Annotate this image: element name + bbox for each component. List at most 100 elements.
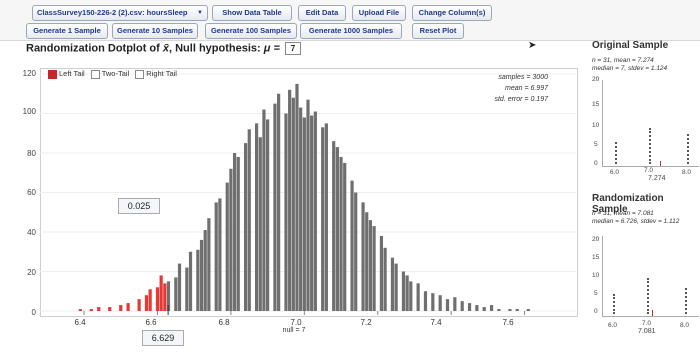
x-tick-label: 6.8 [218,318,230,327]
dotplot-bar [236,156,240,311]
dotplot-bar [188,251,193,311]
dotplot-bar [199,239,204,311]
dotplot-bar [295,83,299,311]
randomization-mean-marker [652,310,653,316]
dotplot-bar [321,127,325,311]
dotplot-bar [218,198,222,311]
original-sample-title: Original Sample [592,40,669,51]
dotplot-bar [324,123,328,311]
dataset-select[interactable]: ClassSurvey150-226-2 (2).csv: hoursSleep… [32,5,208,21]
x-tick-label: 7.6 [502,318,514,327]
x-tick-label: 6.4 [74,318,86,327]
dotplot-bar [144,295,149,311]
generate-100-samples-button[interactable]: Generate 100 Samples [205,23,297,39]
dotplot-bar [365,212,369,311]
dotplot-bar [368,220,373,311]
y-tick-label: 0 [31,308,36,317]
edit-data-button[interactable]: Edit Data [298,5,346,21]
dotplot-bar [405,275,409,311]
dotplot-bar [390,257,395,311]
summary-stats: samples = 3000 mean = 6.997 std. error =… [494,74,548,103]
upload-file-button[interactable]: Upload File [352,5,406,21]
dotplot-bar [266,119,270,311]
dotplot-bar [284,113,288,311]
reset-plot-button[interactable]: Reset Plot [412,23,464,39]
dotplot-bar [453,297,457,311]
dotplot-bar [255,123,259,311]
dotplot-bar [229,168,233,311]
show-data-table-button[interactable]: Show Data Table [212,5,292,21]
y-tick-label: 80 [27,149,36,158]
dotplot-bar [339,156,343,311]
y-tick-label: 100 [22,107,36,116]
right-tail-checkbox[interactable]: Right Tail [135,69,177,79]
toolbar: ClassSurvey150-226-2 (2).csv: hoursSleep… [0,0,700,41]
dotplot-bar [431,293,435,311]
generate-1000-samples-button[interactable]: Generate 1000 Samples [300,23,402,39]
dotplot-bar [335,147,339,311]
dotplot-bar [108,307,112,311]
cursor-icon: ➤ [528,40,537,51]
dotplot-bar [299,107,303,311]
dotplot-bar [409,281,413,311]
dotplot-bar [350,180,354,311]
generate-1-sample-button[interactable]: Generate 1 Sample [26,23,108,39]
dotplot-bar [148,289,152,311]
dotplot-bar [78,309,82,311]
dotplot-bar [423,291,428,311]
dotplot-bar [361,202,365,311]
dotplot-bar [394,263,398,311]
left-tail-checkbox[interactable]: Left Tail [48,69,85,79]
y-tick-label: 120 [22,69,36,78]
null-label: null = 7 [282,327,306,334]
two-tail-checkbox[interactable]: Two-Tail [90,69,129,79]
dotplot-bar [482,307,486,311]
dotplot-bar [508,309,512,311]
dotplot-bar [401,271,406,311]
original-mean-marker [660,161,661,166]
x-tick-label: 7.0 [290,318,302,327]
y-tick-label: 60 [27,188,36,197]
dotplot-bar [207,218,211,311]
dotplot-bar [445,299,450,311]
dotplot-bar [526,309,530,311]
dotplot-bar [467,303,472,311]
dotplot-bar [177,263,182,311]
dotplot-bar [438,295,442,311]
x-tick-label: 6.6 [145,318,157,327]
dotplot-bar [159,275,163,311]
dotplot-bar [306,99,310,311]
dotplot-bar [247,129,251,311]
dotplot-chart [40,73,576,315]
dotplot-bar [383,247,387,311]
dotplot-bar [126,303,130,311]
dotplot-bar [354,192,358,311]
change-columns-button[interactable]: Change Column(s) [412,5,492,21]
randomization-sample-plot [602,236,699,317]
generate-10-samples-button[interactable]: Generate 10 Samples [112,23,198,39]
dotplot-bar [262,109,266,311]
null-hypothesis-input[interactable]: 7 [284,42,301,55]
dotplot-bar [416,283,420,311]
dotplot-bar [489,305,494,311]
dotplot-bar [89,309,93,311]
dotplot-bar [277,93,281,311]
dotplot-bar [119,305,123,311]
y-tick-label: 20 [27,268,36,277]
observed-xbar-box[interactable]: 6.629 [142,330,184,346]
dotplot-bar [163,283,167,311]
page-title: Randomization Dotplot of x̄, Null hypoth… [26,42,301,55]
x-tick-label: 7.2 [360,318,372,327]
dotplot-bar [225,182,229,311]
original-sample-plot [602,80,699,167]
dotplot-bar [288,89,292,311]
dotplot-bar [310,115,314,311]
dotplot-bar [313,111,317,312]
tail-options: Left Tail Two-Tail Right Tail [48,69,177,79]
dotplot-bar [372,226,376,311]
dotplot-bar [515,309,519,311]
dotplot-bar [232,153,237,311]
dotplot-bar [155,287,160,311]
side-panel: Original Sample n = 31, mean = 7.274 med… [588,40,700,353]
dotplot-bar [460,301,464,311]
